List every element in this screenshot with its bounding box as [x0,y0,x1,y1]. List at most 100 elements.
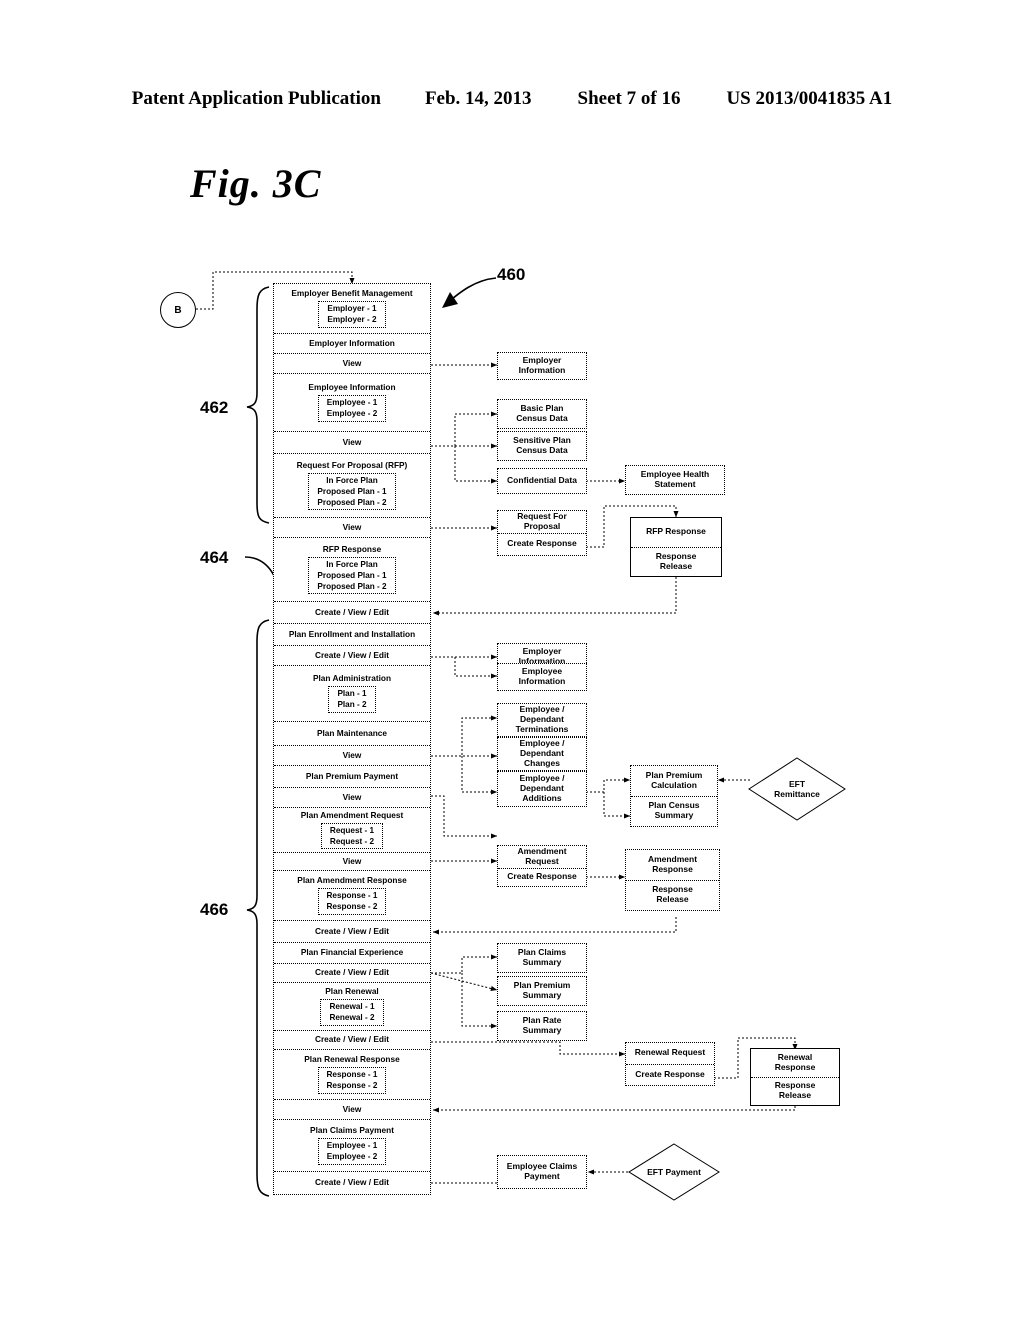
node-employee-health-statement[interactable]: Employee Health Statement [625,465,725,495]
row-plan-enrollment-and-installation[interactable]: Plan Enrollment and Installation [274,624,430,646]
node-label: EFT Remittance [774,778,820,799]
row-header: Employer Information [309,337,395,348]
row-header: Plan Amendment Request [300,809,404,820]
row-view-employee-information[interactable]: View [274,432,430,454]
row-items: In Force Plan Proposed Plan - 1 Proposed… [308,472,396,511]
row-create-view-edit-financial[interactable]: Create / View / Edit [274,964,430,983]
row-plan-claims-payment[interactable]: Plan Claims Payment Employee - 1 Employe… [274,1120,430,1172]
node-action[interactable]: Response Release [626,881,719,911]
node-employee-dependant-changes[interactable]: Employee / Dependant Changes [497,737,587,771]
row-items: Response - 1 Response - 2 [317,888,387,915]
node-eft-payment[interactable]: EFT Payment [628,1143,720,1201]
node-employee-information[interactable]: Employee Information [497,663,587,691]
node-confidential-data[interactable]: Confidential Data [497,468,587,494]
row-view-plan-premium-payment[interactable]: View [274,788,430,808]
node-renewal-request[interactable]: Renewal Request Create Response [625,1042,715,1086]
node-amendment-response[interactable]: Amendment Response Response Release [625,849,720,911]
figure-label: Fig. 3C [190,161,322,206]
node-employer-information-1[interactable]: Employer Information [497,352,587,380]
list-item: Employee - 1 [326,1141,378,1151]
node-plan-premium-calculation-group[interactable]: Plan Premium Calculation Plan Census Summa… [630,765,718,827]
row-view-plan-maintenance[interactable]: View [274,746,430,766]
node-plan-rate-summary[interactable]: Plan Rate Summary [497,1011,587,1041]
callout-460-leader [442,277,497,308]
row-employer-benefit-management[interactable]: Employer Benefit Management Employer - 1… [274,284,430,334]
list-item: Employee - 1 [326,398,378,408]
row-plan-amendment-request[interactable]: Plan Amendment Request Request - 1 Reque… [274,808,430,853]
ref-462-brace [246,286,270,524]
row-action: Create / View / Edit [314,967,390,978]
row-view-employer-information[interactable]: View [274,354,430,374]
row-view-amendment-request[interactable]: View [274,853,430,871]
row-rfp-response[interactable]: RFP Response In Force Plan Proposed Plan… [274,538,430,602]
list-item: Proposed Plan - 2 [317,498,387,507]
patent-number: US 2013/0041835 A1 [726,88,893,109]
row-header: Plan Maintenance [316,727,388,738]
list-item: Request - 1 [329,825,375,835]
ref-466-brace [246,619,270,1197]
node-request-for-proposal[interactable]: Request For Proposal Create Response [497,510,587,556]
row-header: Plan Financial Experience [300,947,404,958]
node-basic-plan-census-data[interactable]: Basic Plan Census Data [497,399,587,429]
row-create-view-edit-claims[interactable]: Create / View / Edit [274,1172,430,1194]
connector-b: B [160,292,196,328]
list-item: Renewal - 1 [329,1002,375,1012]
row-items: In Force Plan Proposed Plan - 1 Proposed… [308,556,396,595]
node-title: RFP Response [631,518,721,548]
row-items: Employer - 1 Employer - 2 [318,301,386,328]
list-item: Request - 2 [329,836,375,846]
node-eft-remittance[interactable]: EFT Remittance [748,757,846,821]
row-create-view-edit-rfp-response[interactable]: Create / View / Edit [274,602,430,624]
list-item: Response - 1 [326,1070,378,1080]
row-request-for-proposal[interactable]: Request For Proposal (RFP) In Force Plan… [274,454,430,518]
list-item: Plan - 1 [337,689,367,699]
node-action[interactable]: Response Release [751,1078,839,1106]
row-create-view-edit-enrollment[interactable]: Create / View / Edit [274,646,430,666]
row-plan-renewal[interactable]: Plan Renewal Renewal - 1 Renewal - 2 [274,983,430,1031]
list-item: In Force Plan [326,475,378,485]
row-create-view-edit-amendment[interactable]: Create / View / Edit [274,921,430,943]
row-plan-premium-payment[interactable]: Plan Premium Payment [274,766,430,788]
list-item: Renewal - 2 [329,1013,375,1023]
row-employer-information[interactable]: Employer Information [274,334,430,354]
node-plan-premium-calculation[interactable]: Plan Premium Calculation [631,766,717,797]
row-header: Plan Renewal Response [304,1054,400,1065]
node-action[interactable]: Response Release [631,548,721,577]
list-item: Employer - 2 [327,315,377,325]
list-item: Response - 2 [326,1081,378,1091]
node-rfp-response[interactable]: RFP Response Response Release [630,517,722,577]
row-action: Create / View / Edit [314,1034,390,1045]
row-create-view-edit-renewal[interactable]: Create / View / Edit [274,1031,430,1050]
row-plan-amendment-response[interactable]: Plan Amendment Response Response - 1 Res… [274,871,430,921]
row-plan-maintenance[interactable]: Plan Maintenance [274,722,430,746]
row-header: Request For Proposal (RFP) [296,459,408,470]
row-view-renewal-response[interactable]: View [274,1100,430,1120]
ref-466: 466 [200,900,229,919]
node-action[interactable]: Create Response [498,534,586,555]
node-employee-claims-payment[interactable]: Employee Claims Payment [497,1155,587,1189]
node-action[interactable]: Create Response [498,869,586,886]
node-label: EFT Payment [647,1166,701,1177]
row-header: Employee Information [308,382,396,393]
node-employee-dependant-terminations[interactable]: Employee / Dependant Terminations [497,703,587,737]
node-title: Renewal Request [626,1043,714,1065]
row-employee-information[interactable]: Employee Information Employee - 1 Employ… [274,374,430,432]
node-sensitive-plan-census-data[interactable]: Sensitive Plan Census Data [497,431,587,461]
node-plan-premium-summary[interactable]: Plan Premium Summary [497,976,587,1006]
row-header: Plan Enrollment and Installation [288,628,416,639]
publication-header: Patent Application Publication Feb. 14, … [0,88,1024,110]
row-items: Employee - 1 Employee - 2 [317,1138,387,1165]
node-plan-claims-summary[interactable]: Plan Claims Summary [497,943,587,973]
node-amendment-request[interactable]: Amendment Request Create Response [497,845,587,887]
node-renewal-response[interactable]: Renewal Response Response Release [750,1048,840,1106]
node-employee-dependant-additions[interactable]: Employee / Dependant Additions [497,771,587,807]
list-item: Employee - 2 [326,409,378,419]
ref-462: 462 [200,398,229,417]
row-plan-renewal-response[interactable]: Plan Renewal Response Response - 1 Respo… [274,1050,430,1100]
node-plan-census-summary[interactable]: Plan Census Summary [631,797,717,827]
node-action[interactable]: Create Response [626,1065,714,1086]
row-plan-administration[interactable]: Plan Administration Plan - 1 Plan - 2 [274,666,430,722]
row-plan-financial-experience[interactable]: Plan Financial Experience [274,943,430,964]
row-action: View [342,357,362,368]
row-view-rfp[interactable]: View [274,518,430,538]
